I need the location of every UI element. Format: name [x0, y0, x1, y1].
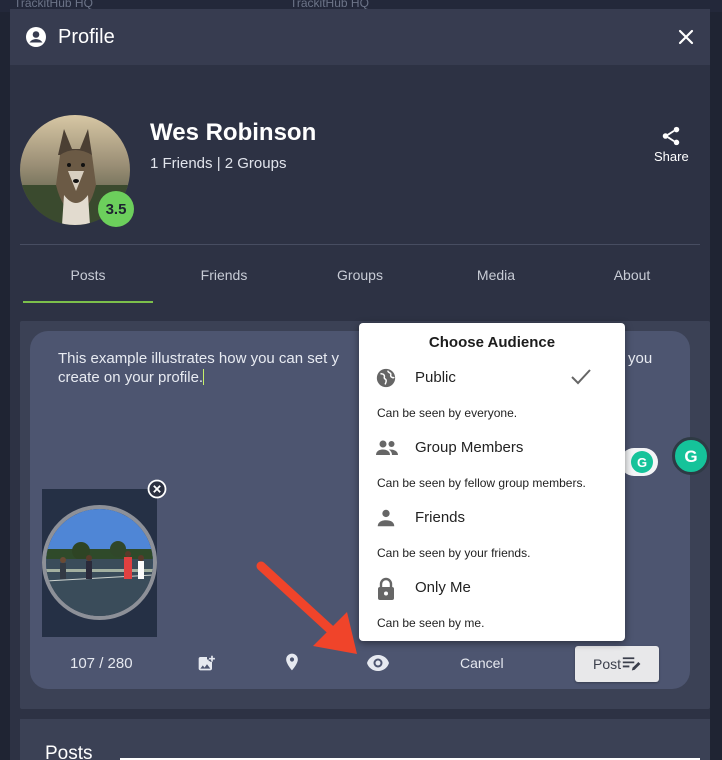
tab-about[interactable]: About — [564, 249, 700, 301]
audience-option-description: Can be seen by everyone. — [377, 406, 518, 420]
audience-menu-title: Choose Audience — [428, 334, 556, 351]
post-text-fragment: you — [628, 350, 653, 367]
audience-option-friends[interactable]: Friends Can be seen by your friends. — [359, 499, 625, 569]
close-icon[interactable] — [676, 27, 696, 47]
post-button[interactable]: Post — [575, 646, 659, 682]
account-circle-icon — [24, 25, 48, 49]
post-text-line: This example illustrates how you can set… — [58, 350, 339, 367]
profile-name: Wes Robinson — [150, 119, 317, 146]
background-left-panel — [0, 12, 10, 760]
tab-friends[interactable]: Friends — [156, 249, 292, 301]
grammarly-icon[interactable]: G — [672, 437, 710, 475]
tab-posts[interactable]: Posts — [20, 249, 156, 303]
posts-section: Posts — [20, 719, 710, 760]
audience-option-description: Can be seen by me. — [377, 616, 485, 630]
svg-text:G: G — [637, 455, 647, 470]
tab-media[interactable]: Media — [428, 249, 564, 301]
svg-text:G: G — [684, 447, 697, 466]
modal-header: Profile — [10, 9, 710, 65]
check-icon — [569, 367, 593, 387]
annotation-arrow — [255, 560, 365, 660]
share-button[interactable]: Share — [654, 125, 689, 164]
tab-groups[interactable]: Groups — [292, 249, 428, 301]
audience-option-label: Friends — [415, 509, 466, 526]
person-icon — [375, 507, 397, 529]
share-icon — [660, 125, 682, 147]
attached-image-preview — [42, 505, 157, 620]
lock-icon — [375, 577, 397, 601]
group-icon — [375, 437, 399, 459]
audience-option-only-me[interactable]: Only Me Can be seen by me. — [359, 569, 625, 639]
attached-image — [42, 489, 157, 637]
section-divider — [20, 244, 700, 245]
edit-note-icon — [621, 655, 641, 673]
add-photo-icon[interactable] — [197, 652, 217, 672]
audience-option-public[interactable]: Public Can be seen by everyone. — [359, 359, 625, 429]
profile-stats[interactable]: 1 Friends | 2 Groups — [150, 155, 286, 172]
audience-option-label: Only Me — [415, 579, 471, 596]
text-caret — [203, 369, 205, 385]
audience-eye-icon[interactable] — [366, 654, 390, 672]
audience-option-group-members[interactable]: Group Members Can be seen by fellow grou… — [359, 429, 625, 499]
audience-option-label: Group Members — [415, 439, 524, 456]
audience-option-description: Can be seen by your friends. — [377, 546, 531, 560]
audience-option-label: Public — [415, 369, 456, 386]
rating-badge: 3.5 — [98, 191, 134, 227]
modal-title: Profile — [58, 25, 115, 48]
profile-header: 3.5 Wes Robinson 1 Friends | 2 Groups Sh… — [10, 65, 710, 245]
posts-section-title: Posts — [45, 743, 93, 760]
remove-image-icon[interactable] — [147, 479, 167, 499]
profile-tabs: Posts Friends Groups Media About — [20, 249, 700, 303]
grammarly-toggle[interactable]: G — [620, 448, 658, 476]
avatar[interactable]: 3.5 — [20, 115, 134, 227]
character-counter: 107 / 280 — [70, 655, 133, 672]
audience-option-description: Can be seen by fellow group members. — [377, 476, 586, 490]
post-text-line: create on your profile. — [58, 369, 204, 386]
post-button-label: Post — [592, 656, 621, 672]
globe-icon — [375, 367, 397, 389]
audience-menu: Choose Audience Public Can be seen by ev… — [359, 323, 625, 641]
background-right-panel — [710, 12, 722, 760]
cancel-button[interactable]: Cancel — [460, 655, 504, 671]
share-label: Share — [654, 149, 689, 164]
